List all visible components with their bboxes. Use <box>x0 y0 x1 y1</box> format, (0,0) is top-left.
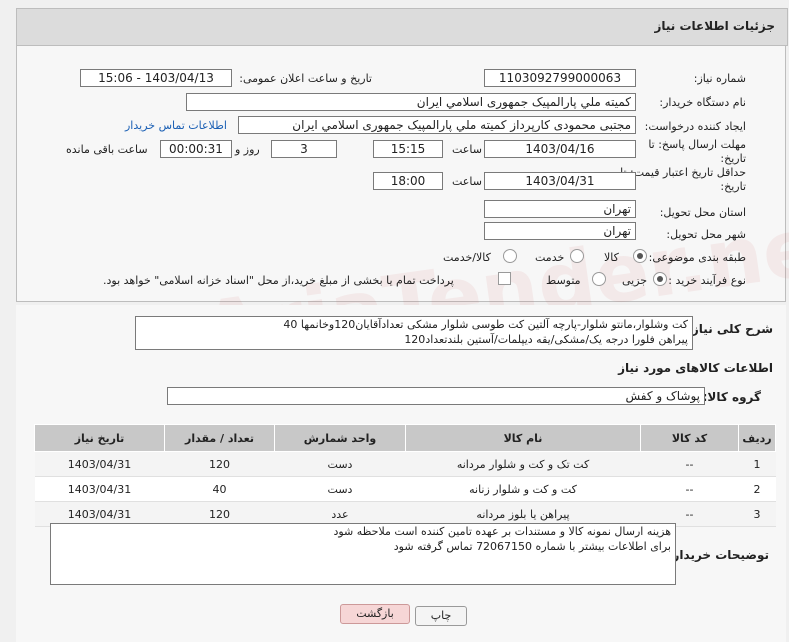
cell-code: -- <box>640 476 739 502</box>
price-date-field: 1403/04/31 <box>484 172 636 190</box>
creator-label: ایجاد کننده درخواست: <box>644 120 746 133</box>
cell-code: -- <box>640 451 739 477</box>
process-minor-label: جزیی <box>622 274 648 287</box>
panel-header: جزئیات اطلاعات نیاز <box>16 8 788 46</box>
days-field: 3 <box>271 140 337 158</box>
buyer-notes-line-1: هزینه ارسال نمونه کالا و مستندات بر عهده… <box>333 525 671 538</box>
treasury-note: پرداخت تمام یا بخشی از مبلغ خرید،از محل … <box>103 274 454 287</box>
category-both-label: کالا/خدمت <box>443 251 491 264</box>
cell-date: 1403/04/31 <box>34 476 165 502</box>
need-number-field: 1103092799000063 <box>484 69 636 87</box>
province-field: تهران <box>484 200 636 218</box>
process-type-label: نوع فرآیند خرید : <box>668 274 746 287</box>
category-service-radio[interactable] <box>570 249 584 263</box>
announce-label: تاریخ و ساعت اعلان عمومی: <box>239 72 372 85</box>
goods-group-label: گروه کالا: <box>702 390 761 404</box>
table-row: 2 -- کت و کت و شلوار زنانه دست 40 1403/0… <box>34 476 776 502</box>
send-time-label: ساعت <box>452 143 482 156</box>
col-code: کد کالا <box>640 424 739 452</box>
days-label: روز و <box>235 143 260 156</box>
category-service-label: خدمت <box>535 251 565 264</box>
remaining-label: ساعت باقی مانده <box>66 143 148 156</box>
category-goods-label: کالا <box>604 251 619 264</box>
cell-row: 1 <box>738 451 776 477</box>
need-number-label: شماره نیاز: <box>693 72 746 85</box>
goods-info-title: اطلاعات کالاهای مورد نیاز <box>618 361 773 375</box>
cell-row: 2 <box>738 476 776 502</box>
province-label: استان محل تحویل: <box>659 206 746 219</box>
description-box: کت وشلوار،مانتو شلوار-پارچه آلتین کت طوس… <box>135 316 693 350</box>
cell-qty: 120 <box>164 451 275 477</box>
buyer-notes-label: توضیحات خریدار: <box>667 548 769 562</box>
announce-field: 1403/04/13 - 15:06 <box>80 69 232 87</box>
buyer-field: کمیته ملي پارالمپیک جمهوری اسلامي ایران <box>186 93 636 111</box>
table-row: 1 -- کت تک و کت و شلوار مردانه دست 120 1… <box>34 451 776 477</box>
category-label: طبقه بندی موضوعی: <box>648 251 746 264</box>
price-time-label: ساعت <box>452 175 482 188</box>
city-field: تهران <box>484 222 636 240</box>
col-name: نام کالا <box>405 424 641 452</box>
cell-name: کت تک و کت و شلوار مردانه <box>405 451 641 477</box>
print-button[interactable]: چاپ <box>415 606 467 626</box>
send-date-field: 1403/04/16 <box>484 140 636 158</box>
cell-row: 3 <box>738 501 776 527</box>
contact-info-link[interactable]: اطلاعات تماس خریدار <box>125 119 227 132</box>
creator-field: مجتبی محمودی کارپرداز کمیته ملي پارالمپی… <box>238 116 636 134</box>
cell-unit: دست <box>274 476 406 502</box>
price-time-field: 18:00 <box>373 172 443 190</box>
process-minor-radio[interactable] <box>653 272 667 286</box>
cell-unit: دست <box>274 451 406 477</box>
remaining-field: 00:00:31 <box>160 140 232 158</box>
col-qty: تعداد / مقدار <box>164 424 275 452</box>
buyer-notes-box: هزینه ارسال نمونه کالا و مستندات بر عهده… <box>50 523 676 585</box>
treasury-checkbox[interactable] <box>498 272 511 285</box>
city-label: شهر محل تحویل: <box>666 228 746 241</box>
cell-date: 1403/04/31 <box>34 451 165 477</box>
buyer-label: نام دستگاه خریدار: <box>659 96 746 109</box>
table-header-row: ردیف کد کالا نام کالا واحد شمارش تعداد /… <box>34 424 776 452</box>
description-line-2: پیراهن فلورا درجه یک/مشکی/یقه دیپلمات/آس… <box>404 333 688 346</box>
col-row: ردیف <box>738 424 776 452</box>
back-button[interactable]: بازگشت <box>340 604 410 624</box>
category-goods-radio[interactable] <box>633 249 647 263</box>
send-time-field: 15:15 <box>373 140 443 158</box>
cell-name: کت و کت و شلوار زنانه <box>405 476 641 502</box>
goods-group-field: پوشاک و کفش <box>167 387 705 405</box>
col-date: تاریخ نیاز <box>34 424 165 452</box>
page-title: جزئیات اطلاعات نیاز <box>654 19 775 33</box>
goods-table: ردیف کد کالا نام کالا واحد شمارش تعداد /… <box>34 424 776 527</box>
col-unit: واحد شمارش <box>274 424 406 452</box>
process-medium-label: متوسط <box>546 274 581 287</box>
process-medium-radio[interactable] <box>592 272 606 286</box>
category-both-radio[interactable] <box>503 249 517 263</box>
buyer-notes-line-2: برای اطلاعات بیشتر با شماره 72067150 تما… <box>393 540 671 553</box>
cell-qty: 40 <box>164 476 275 502</box>
description-line-1: کت وشلوار،مانتو شلوار-پارچه آلتین کت طوس… <box>283 318 688 331</box>
description-label: شرح کلی نیاز: <box>687 322 773 336</box>
send-deadline-label: مهلت ارسال پاسخ: تا تاریخ: <box>648 138 746 165</box>
